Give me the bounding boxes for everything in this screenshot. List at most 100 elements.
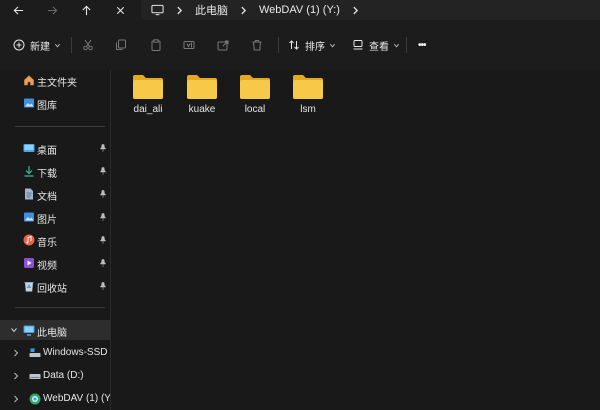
pin-icon[interactable]	[99, 144, 107, 152]
pin-icon[interactable]	[99, 167, 107, 175]
sort-button[interactable]: 排序	[288, 36, 336, 54]
sidebar-item-label: 此电脑	[37, 328, 67, 339]
chevron-right-icon[interactable]	[12, 372, 20, 380]
chevron-right-icon[interactable]	[12, 349, 20, 357]
sidebar-item-drive-c[interactable]: Windows-SSD (C	[0, 343, 110, 363]
forward-button[interactable]	[37, 0, 67, 20]
chevron-right-icon[interactable]	[351, 6, 360, 15]
chevron-down-icon[interactable]	[10, 326, 18, 334]
video-icon	[24, 258, 34, 268]
chevron-down-icon	[329, 43, 336, 47]
more-options-button[interactable]: •••	[418, 36, 426, 54]
sidebar-item-desktop[interactable]: 桌面	[0, 138, 110, 158]
desktop-icon	[23, 144, 35, 152]
folder-icon	[293, 75, 323, 99]
folder-name: local	[244, 104, 266, 115]
network-drive-icon	[29, 393, 41, 405]
sidebar-item-label: 音乐	[37, 238, 57, 249]
pin-icon[interactable]	[99, 213, 107, 221]
drive-icon	[29, 374, 41, 379]
arrow-up-icon	[81, 5, 91, 15]
sidebar-item-label: WebDAV (1) (Y:)	[43, 393, 110, 404]
folder-icon	[240, 75, 270, 99]
folder-name: dai_ali	[133, 104, 163, 115]
toolbar-divider	[71, 37, 72, 53]
breadcrumb-webdav[interactable]: WebDAV (1) (Y:)	[259, 4, 340, 16]
delete-button[interactable]	[251, 36, 263, 54]
sidebar-item-pictures[interactable]: 图片	[0, 207, 110, 227]
sidebar-item-drive-d[interactable]: Data (D:)	[0, 366, 110, 386]
folder-icon	[187, 75, 217, 99]
music-icon	[23, 234, 35, 246]
new-button[interactable]: 新建	[13, 36, 61, 54]
computer-icon	[23, 325, 35, 336]
pin-icon[interactable]	[99, 259, 107, 267]
recycle-bin-icon	[24, 282, 34, 292]
sidebar-item-music[interactable]: 音乐	[0, 230, 110, 250]
chevron-down-icon	[393, 43, 400, 47]
sidebar-item-label: 文档	[37, 192, 57, 203]
chevron-down-icon	[54, 43, 61, 47]
back-button[interactable]	[3, 0, 33, 20]
folder-item[interactable]: local	[230, 70, 280, 120]
chevron-right-icon	[241, 6, 247, 14]
sidebar-item-home[interactable]: 主文件夹	[0, 70, 110, 90]
view-icon	[353, 40, 363, 50]
more-options-icon: •••	[418, 39, 426, 51]
rename-icon	[183, 41, 195, 49]
navigation-bar: 此电脑 WebDAV (1) (Y:)	[0, 0, 600, 20]
up-button[interactable]	[71, 0, 101, 20]
sidebar-item-label: 桌面	[37, 146, 57, 157]
sidebar-item-label: Data (D:)	[43, 370, 84, 381]
document-icon	[25, 188, 33, 200]
pin-icon[interactable]	[99, 282, 107, 290]
monitor-icon	[151, 4, 164, 16]
sidebar-item-this-pc[interactable]: 此电脑	[0, 320, 110, 340]
sidebar-divider	[15, 307, 105, 308]
sidebar-item-label: 下载	[37, 169, 57, 180]
share-button[interactable]	[217, 36, 229, 54]
folder-item[interactable]: dai_ali	[123, 70, 173, 120]
download-icon	[24, 166, 34, 177]
new-label: 新建	[30, 41, 50, 53]
folder-item[interactable]: kuake	[177, 70, 227, 120]
arrow-right-icon	[47, 5, 57, 15]
copy-button[interactable]	[115, 36, 127, 54]
plus-circle-icon	[13, 39, 25, 51]
cut-button[interactable]	[82, 36, 94, 54]
sidebar-item-label: 图片	[37, 215, 57, 226]
close-button[interactable]	[105, 0, 135, 20]
sidebar-item-drive-y[interactable]: WebDAV (1) (Y:)	[0, 389, 110, 409]
share-icon	[217, 40, 229, 51]
view-button[interactable]: 查看	[352, 36, 400, 54]
sidebar-item-label: 主文件夹	[37, 78, 77, 89]
chevron-right-icon[interactable]	[12, 395, 20, 403]
folder-name: kuake	[188, 104, 216, 115]
sidebar-item-label: 图库	[37, 101, 57, 112]
arrow-left-icon	[13, 5, 23, 15]
home-icon	[24, 75, 34, 86]
sidebar-item-label: 视频	[37, 261, 57, 272]
sidebar-item-documents[interactable]: 文档	[0, 184, 110, 204]
folder-item[interactable]: lsm	[283, 70, 333, 120]
chevron-right-icon	[177, 6, 183, 14]
folder-icon	[133, 75, 163, 99]
toolbar-divider	[406, 37, 407, 53]
address-bar[interactable]: 此电脑 WebDAV (1) (Y:)	[141, 0, 600, 20]
sidebar-item-downloads[interactable]: 下载	[0, 161, 110, 181]
sidebar-item-gallery[interactable]: 图库	[0, 93, 110, 113]
navigation-pane: 主文件夹 图库 桌面 下载 文档 图片 音乐 视频 回收站 此电脑 Window…	[0, 70, 110, 410]
pin-icon[interactable]	[99, 236, 107, 244]
copy-icon	[116, 39, 126, 50]
breadcrumb-this-pc[interactable]: 此电脑	[195, 2, 228, 18]
paste-button[interactable]	[150, 36, 162, 54]
sidebar-item-recycle-bin[interactable]: 回收站	[0, 276, 110, 296]
scissors-icon	[83, 39, 93, 51]
pictures-icon	[24, 212, 34, 222]
sidebar-divider	[15, 126, 105, 127]
windows-drive-icon	[29, 348, 41, 357]
rename-button[interactable]	[183, 36, 195, 54]
sidebar-item-videos[interactable]: 视频	[0, 253, 110, 273]
sidebar-item-label: Windows-SSD (C	[43, 347, 110, 358]
pin-icon[interactable]	[99, 190, 107, 198]
